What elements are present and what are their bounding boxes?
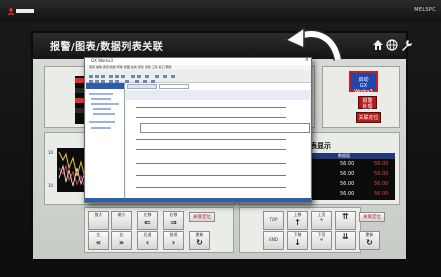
row-value-2: 56.00 [374,171,389,177]
page-up-button[interactable]: 上页 ˄ [311,211,332,230]
curved-arrow-icon [284,26,343,62]
window-status-bar [85,198,311,202]
page-down-button[interactable]: 下页 ˅ [311,231,332,250]
top-label: TOP [269,217,278,222]
home-icon[interactable] [372,39,384,51]
page-title: 报警/图表/数据列表关联 [50,42,164,53]
zoom-out-button[interactable]: 缩小 [111,211,132,230]
editor-tab[interactable] [159,84,189,89]
tree-item[interactable] [89,121,115,123]
tree-item[interactable] [91,127,111,129]
page-left-button[interactable]: 左 « [88,231,109,250]
highlight-rung[interactable] [140,123,310,133]
row-value: 56.00 [340,191,355,197]
handling-label: 处理 [362,104,373,110]
ladder-rung[interactable] [136,117,286,118]
shift-left-button[interactable]: 左移 ⇐ [137,211,158,230]
trend-lines-icon [58,151,86,189]
row-value: 56.00 [340,161,355,167]
row-value-2: 56.00 [374,161,389,167]
last-page-button[interactable]: ⇊ [335,231,356,250]
zoom-in-button[interactable]: 放大 [88,211,109,230]
forward-button[interactable]: 前进 › [163,231,184,250]
editor-ruler [126,90,310,100]
double-chevron-up-icon: ⇈ [342,212,349,221]
window-title-bar: GX Works3 × [85,57,311,65]
tree-item[interactable] [89,93,113,95]
ladder-editor[interactable] [126,83,310,198]
tree-item[interactable] [91,103,119,105]
chevron-left-icon: ‹ [145,238,150,247]
ladder-rung[interactable] [136,139,286,140]
ladder-rung[interactable] [136,149,286,150]
page-right-button[interactable]: 右» [111,231,132,250]
refresh-list-button[interactable]: 更新 ↻ [359,231,380,250]
gxworks-label: GX Works3 [354,83,373,95]
ladder-rung[interactable] [136,187,286,188]
ladder-rung[interactable] [136,175,286,176]
scroll-down-button[interactable]: 下移 ↓ [287,231,308,250]
tree-item[interactable] [91,98,111,100]
chevron-up-icon: ˄ [319,218,324,227]
window-toolbar[interactable] [85,70,311,83]
end-label: END [269,237,278,242]
row-value-2: 56.00 [374,181,389,187]
double-chevron-left-icon: « [95,238,102,247]
shift-right-button[interactable]: 右移 ⇒ [163,211,184,230]
first-page-button[interactable]: ⇈ [335,211,356,230]
mitsubishi-logo-icon [8,7,34,15]
arrow-left-icon: ⇐ [144,218,151,227]
double-chevron-down-icon: ⇊ [342,232,349,241]
chart-axis-top: 10 [48,150,54,155]
alarm-handling-button[interactable]: 报警 处理 [358,96,377,110]
top-button[interactable]: TOP [263,211,284,230]
row-value: 56.00 [340,181,355,187]
gxworks-window[interactable]: GX Works3 × 项目 编辑 搜索/替换 转换 视图 在线 调试 诊断 工… [84,57,312,203]
related-locate-list-button[interactable]: 关联定位 [359,212,385,222]
arrow-down-icon: ↓ [294,238,301,247]
row-value-2: 56.00 [374,191,389,197]
refresh-icon: ↻ [196,238,203,247]
refresh-list-icon: ↻ [366,238,373,247]
arrow-right-icon: ⇒ [170,218,177,227]
scroll-up-button[interactable]: 上移 ↑ [287,211,308,230]
chart-axis-bottom: 10 [48,183,54,188]
project-tree[interactable] [86,83,125,198]
chevron-down-icon: ˅ [319,238,324,247]
related-locate-button[interactable]: 关联定位 [356,112,381,123]
back-button[interactable]: 后退 ‹ [137,231,158,250]
data-col-header: 数据值 [338,153,350,158]
ladder-rung[interactable] [136,163,286,164]
row-value: 56.00 [340,171,355,177]
double-chevron-right-icon: » [118,238,125,247]
editor-tab[interactable] [127,84,157,89]
window-title: GX Works3 [91,58,113,63]
launch-gxworks-button[interactable]: 启动 GX Works3 [349,71,378,95]
right-logo: MELSPC [414,7,436,13]
refresh-button[interactable]: 更新 ↻ [189,231,210,250]
tree-item[interactable] [93,113,115,115]
chevron-right-icon: › [171,238,176,247]
end-button[interactable]: END [263,231,284,250]
menu-items: 项目 编辑 搜索/替换 转换 视图 在线 调试 诊断 工具 窗口 帮助 [89,65,172,69]
tree-header [86,83,124,89]
ladder-rung[interactable] [136,107,286,108]
related-locate-chart-button[interactable]: 关联定位 [189,212,215,222]
arrow-up-icon: ↑ [294,218,301,227]
zoom-out-label: 缩小 [117,212,126,217]
zoom-in-label: 放大 [94,212,103,217]
trend-chart [57,148,87,192]
wrench-icon[interactable] [400,39,413,51]
globe-icon[interactable] [386,39,398,51]
tree-item[interactable] [93,108,111,110]
top-bar: MELSPC [0,0,441,22]
